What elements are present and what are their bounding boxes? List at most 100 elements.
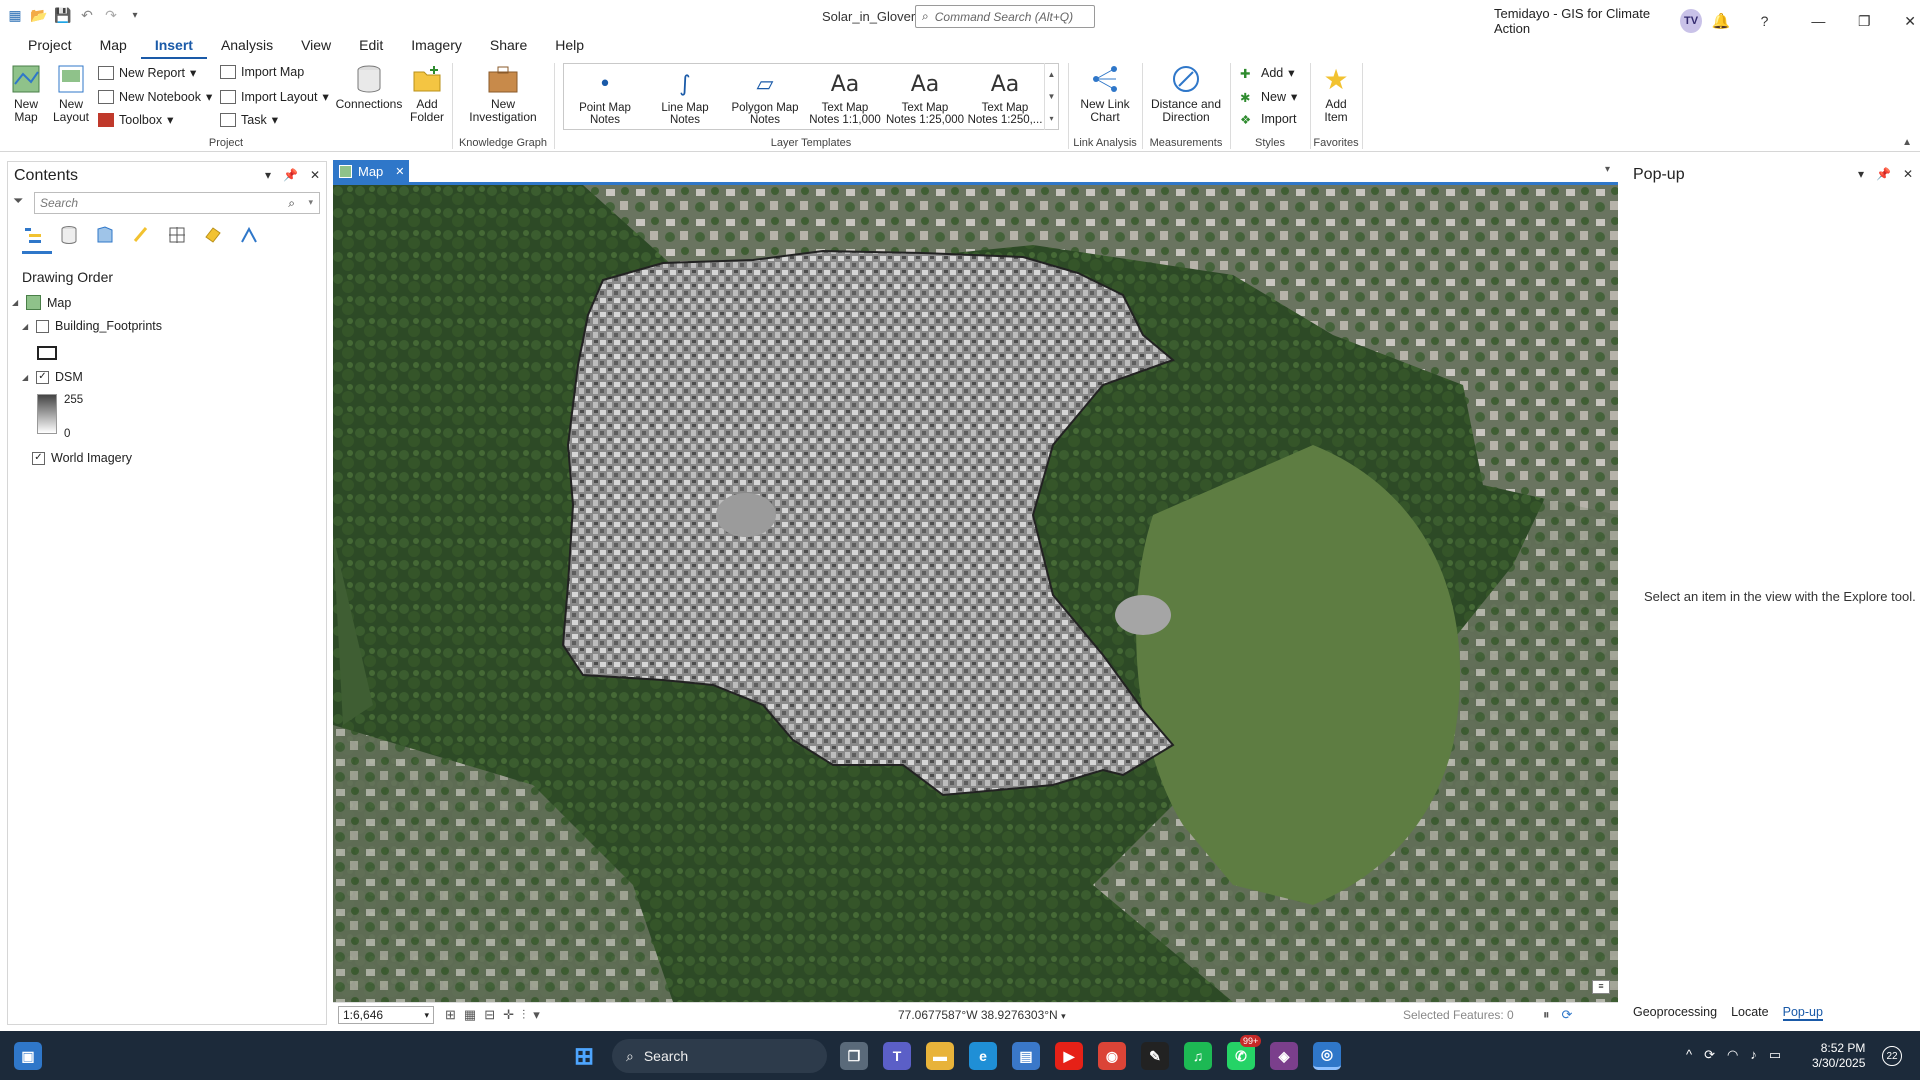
tab-locate[interactable]: Locate xyxy=(1731,1005,1769,1021)
help-icon[interactable]: ? xyxy=(1755,13,1775,29)
layer-visibility-checkbox[interactable] xyxy=(36,319,49,333)
add-folder-button[interactable]: Add Folder xyxy=(408,63,446,124)
pin-icon[interactable]: 📌 xyxy=(1876,167,1891,181)
collapse-ribbon-icon[interactable]: ▲ xyxy=(1902,137,1912,148)
polygon-symbol[interactable] xyxy=(37,346,57,360)
collapse-icon[interactable]: ◢ xyxy=(12,298,20,307)
new-map-button[interactable]: New Map xyxy=(8,63,44,124)
map-view[interactable]: ≡ xyxy=(333,185,1618,1002)
widgets-icon[interactable]: ▣ xyxy=(14,1042,42,1070)
data-source-icon[interactable] xyxy=(58,224,80,246)
style-new-button[interactable]: ✱ New ▾ xyxy=(1240,89,1297,105)
search-icon[interactable]: ⌕ xyxy=(288,196,295,211)
tab-map-view[interactable]: Map ✕ xyxy=(333,160,409,182)
battery-icon[interactable]: ▭ xyxy=(1769,1047,1781,1063)
chrome-icon[interactable]: ◉ xyxy=(1098,1042,1126,1070)
redo-icon[interactable]: ↷ xyxy=(102,6,120,24)
tab-list-icon[interactable]: ▾ xyxy=(1605,164,1610,175)
editing-icon[interactable] xyxy=(130,224,152,246)
snapping-toggle-icon[interactable]: ⊟ xyxy=(484,1007,495,1023)
teams-icon[interactable]: T xyxy=(883,1042,911,1070)
tab-analysis[interactable]: Analysis xyxy=(207,33,287,59)
tab-popup[interactable]: Pop-up xyxy=(1782,1005,1823,1021)
command-search-input[interactable]: ⌕ Command Search (Alt+Q) xyxy=(915,5,1095,28)
new-link-chart-button[interactable]: New Link Chart xyxy=(1076,63,1134,124)
connections-button[interactable]: Connections xyxy=(334,63,404,111)
task-button[interactable]: Task ▾ xyxy=(220,112,278,127)
more-tools-icon[interactable]: ▾ xyxy=(533,1007,540,1023)
map-tips-icon[interactable]: ≡ xyxy=(1592,980,1610,994)
import-layout-button[interactable]: Import Layout ▾ xyxy=(220,89,329,104)
coordinates-readout[interactable]: 77.0677587°W 38.9276303°N ▾ xyxy=(898,1008,1066,1022)
notifications-icon[interactable]: 🔔 xyxy=(1712,12,1731,30)
spotify-icon[interactable]: ♫ xyxy=(1184,1042,1212,1070)
restore-button[interactable]: ❐ xyxy=(1854,13,1874,30)
notification-count[interactable]: 22 xyxy=(1882,1046,1902,1066)
add-item-button[interactable]: ★ Add Item xyxy=(1316,63,1356,124)
task-view-icon[interactable]: ❐ xyxy=(840,1042,868,1070)
avatar[interactable]: TV xyxy=(1680,9,1702,33)
fixed-zoom-icon[interactable]: ⊞ xyxy=(445,1007,456,1023)
refresh-pause-icon[interactable]: ⏸ xyxy=(1543,1007,1550,1023)
save-icon[interactable]: 💾 xyxy=(54,6,72,24)
gallery-scroll[interactable]: ▲ ▼ ▾ xyxy=(1044,63,1058,130)
style-add-button[interactable]: ✚ Add ▾ xyxy=(1240,65,1295,81)
minimize-button[interactable]: — xyxy=(1808,13,1828,29)
layer-dsm[interactable]: ◢ ✓ DSM xyxy=(22,370,83,384)
undo-icon[interactable]: ↶ xyxy=(78,6,96,24)
tray-overflow-icon[interactable]: ^ xyxy=(1686,1047,1692,1063)
search-options-icon[interactable]: ▾ xyxy=(308,197,313,208)
notes-app-icon[interactable]: ✎ xyxy=(1141,1042,1169,1070)
collapse-icon[interactable]: ◢ xyxy=(22,373,30,382)
new-report-button[interactable]: New Report ▾ xyxy=(98,65,196,80)
user-name[interactable]: Temidayo - GIS for Climate Action xyxy=(1494,6,1670,36)
pane-options-icon[interactable]: ▾ xyxy=(265,168,271,182)
labeling-icon[interactable] xyxy=(202,224,224,246)
scroll-up-icon[interactable]: ▲ xyxy=(1048,70,1056,79)
style-import-button[interactable]: ❖ Import xyxy=(1240,112,1296,127)
new-investigation-button[interactable]: New Investigation xyxy=(462,63,544,124)
volume-icon[interactable]: ♪ xyxy=(1750,1047,1757,1063)
expand-gallery-icon[interactable]: ▾ xyxy=(1049,114,1053,123)
text-map-notes-1000-item[interactable]: Aa Text Map Notes 1:1,000 xyxy=(806,68,884,127)
polygon-map-notes-item[interactable]: ▱ Polygon Map Notes xyxy=(726,68,804,127)
contents-search-input[interactable]: Search ⌕ ▾ xyxy=(34,192,320,214)
filter-icon[interactable]: ⏷ xyxy=(13,193,23,209)
distance-direction-button[interactable]: Distance and Direction xyxy=(1148,63,1224,124)
crosshair-icon[interactable]: ✛ xyxy=(503,1007,514,1023)
toolbox-button[interactable]: Toolbox ▾ xyxy=(98,112,173,127)
scale-selector[interactable]: 1:6,646 ▾ xyxy=(338,1006,434,1024)
coord-format-icon[interactable]: ▾ xyxy=(1061,1011,1066,1021)
layer-visibility-checkbox[interactable]: ✓ xyxy=(36,370,49,384)
text-map-notes-25000-item[interactable]: Aa Text Map Notes 1:25,000 xyxy=(886,68,964,127)
taskbar-search[interactable]: ⌕ Search xyxy=(612,1039,827,1073)
new-project-icon[interactable]: ▦ xyxy=(6,6,24,24)
app-icon[interactable]: ◈ xyxy=(1270,1042,1298,1070)
open-icon[interactable]: 📂 xyxy=(30,6,48,24)
layer-visibility-checkbox[interactable]: ✓ xyxy=(32,451,45,465)
close-pane-icon[interactable]: ✕ xyxy=(1903,167,1913,181)
scroll-down-icon[interactable]: ▼ xyxy=(1048,92,1056,101)
snapping-icon[interactable] xyxy=(166,224,188,246)
arcgis-pro-icon[interactable]: ◎ xyxy=(1313,1042,1341,1070)
close-pane-icon[interactable]: ✕ xyxy=(310,168,320,182)
pin-icon[interactable]: 📌 xyxy=(283,168,298,182)
charts-icon[interactable] xyxy=(238,224,260,246)
layer-building-footprints[interactable]: ◢ Building_Footprints xyxy=(22,319,162,333)
new-layout-button[interactable]: New Layout xyxy=(52,63,90,124)
tab-imagery[interactable]: Imagery xyxy=(397,33,476,59)
new-notebook-button[interactable]: New Notebook ▾ xyxy=(98,89,212,104)
close-button[interactable]: ✕ xyxy=(1900,13,1920,30)
tab-help[interactable]: Help xyxy=(541,33,598,59)
grid-icon[interactable]: ▦ xyxy=(464,1007,476,1023)
tab-edit[interactable]: Edit xyxy=(345,33,397,59)
map-node[interactable]: ◢ Map xyxy=(12,295,71,310)
point-map-notes-item[interactable]: • Point Map Notes xyxy=(566,68,644,127)
tab-share[interactable]: Share xyxy=(476,33,541,59)
clock[interactable]: 8:52 PM 3/30/2025 xyxy=(1812,1041,1865,1071)
drawing-order-icon[interactable] xyxy=(22,224,44,246)
close-tab-icon[interactable]: ✕ xyxy=(395,165,404,178)
import-map-button[interactable]: Import Map xyxy=(220,65,304,79)
layer-world-imagery[interactable]: ✓ World Imagery xyxy=(32,451,132,465)
selection-icon[interactable] xyxy=(94,224,116,246)
